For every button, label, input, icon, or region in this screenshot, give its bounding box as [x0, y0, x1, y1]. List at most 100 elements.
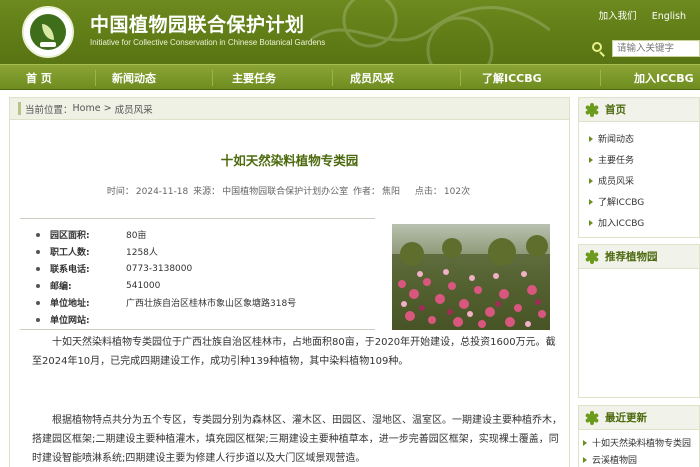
nav-divider [212, 70, 213, 86]
sidebar-item-label: 加入ICCBG [598, 219, 645, 229]
latest-item[interactable]: 十如天然染料植物专类园 [583, 434, 699, 451]
info-row: 职工人数: 1258人 [36, 244, 158, 259]
article-paragraph: 十如天然染料植物专类园位于广西壮族自治区桂林市，占地面积80亩，于2020年开始… [32, 337, 556, 367]
info-value: 广西壮族自治区桂林市象山区象塘路318号 [126, 299, 297, 309]
join-us-link[interactable]: 加入我们 [599, 11, 637, 22]
info-row: 单位地址: 广西壮族自治区桂林市象山区象塘路318号 [36, 295, 296, 310]
sidebar-home-header: 首页 [579, 98, 699, 122]
latest-item[interactable]: 云溪植物园 [583, 451, 699, 467]
info-label: 单位地址: [50, 299, 90, 309]
sidebar-item-join[interactable]: 加入ICCBG [589, 212, 699, 233]
arrow-right-icon [589, 177, 593, 184]
sidebar-home-title[interactable]: 首页 [605, 102, 626, 117]
sidebar-item-about[interactable]: 了解ICCBG [589, 191, 699, 212]
sidebar-item-label: 新闻动态 [598, 135, 635, 145]
article-title: 十如天然染料植物专类园 [220, 153, 359, 168]
search-icon[interactable] [592, 41, 606, 57]
info-row: 联系电话: 0773-3138000 [36, 261, 192, 276]
bullet-icon [36, 249, 40, 254]
arrow-right-icon [589, 156, 593, 163]
breadcrumb: 当前位置： Home > 成员风采 [10, 98, 569, 120]
article-meta: 时间： 2024-11-18 来源： 中国植物园联合保护计划办公室 作者： 焦阳 点击… [10, 184, 569, 197]
meta-source: 中国植物园联合保护计划办公室 [222, 187, 349, 197]
leaf-icon [42, 24, 54, 40]
nav-divider [95, 70, 96, 86]
meta-time-label: 时间： [106, 187, 134, 197]
flower-icon [584, 249, 600, 264]
info-value: 0773-3138000 [126, 263, 193, 274]
nav-divider [332, 70, 333, 86]
garden-info: 园区面积: 80亩 职工人数: 1258人 联系电话: 0773-3138000… [20, 218, 375, 330]
info-label: 单位网站: [50, 316, 90, 326]
meta-source-label: 来源： [193, 187, 221, 197]
meta-clicks: 102次 [443, 187, 471, 197]
sidebar-recommend-title[interactable]: 推荐植物园 [605, 249, 658, 264]
site-title: 中国植物园联合保护计划 [90, 14, 305, 36]
bullet-icon [36, 317, 40, 322]
nav-divider [460, 70, 461, 86]
logo-banner-icon [40, 42, 56, 47]
meta-author: 焦阳 [382, 187, 401, 197]
meta-clicks-label: 点击： [414, 187, 442, 197]
search-input[interactable] [612, 40, 700, 57]
arrow-right-icon [583, 456, 587, 463]
info-value: 541000 [126, 280, 161, 291]
arrow-right-icon [589, 219, 593, 226]
sidebar-home: 首页 新闻动态 主要任务 成员风采 了解ICCBG 加入ICCBG [578, 97, 700, 238]
info-row: 邮编: 541000 [36, 278, 160, 293]
info-label: 园区面积: [50, 231, 90, 241]
arrow-right-icon [589, 198, 593, 205]
sidebar-item-news[interactable]: 新闻动态 [589, 128, 699, 149]
info-row: 园区面积: 80亩 [36, 227, 146, 242]
bullet-icon [36, 300, 40, 305]
main-nav: 首 页 新闻动态 主要任务 成员风采 了解ICCBG 加入ICCBG [0, 64, 700, 90]
breadcrumb-separator: > [100, 103, 115, 114]
bullet-icon [36, 266, 40, 271]
site-subtitle: Initiative for Collective Conservation i… [90, 38, 326, 47]
sidebar-latest-title[interactable]: 最近更新 [605, 410, 647, 425]
info-value: 1258人 [126, 248, 158, 258]
breadcrumb-home[interactable]: Home [73, 103, 101, 114]
bullet-icon [36, 283, 40, 288]
garden-photo [392, 224, 550, 330]
site-logo[interactable] [22, 6, 74, 58]
nav-news[interactable]: 新闻动态 [112, 70, 156, 86]
sidebar-latest: 最近更新 十如天然染料植物专类园 云溪植物园 [578, 405, 700, 467]
arrow-right-icon [583, 439, 587, 446]
nav-join[interactable]: 加入ICCBG [634, 70, 694, 86]
nav-home[interactable]: 首 页 [26, 70, 52, 86]
nav-members[interactable]: 成员风采 [350, 70, 394, 86]
breadcrumb-current[interactable]: 成员风采 [115, 102, 153, 116]
sidebar-item-tasks[interactable]: 主要任务 [589, 149, 699, 170]
breadcrumb-prefix: 当前位置： [25, 104, 73, 116]
flower-icon [584, 410, 600, 425]
nav-tasks[interactable]: 主要任务 [232, 70, 276, 86]
info-label: 邮编: [50, 282, 72, 292]
bullet-icon [36, 232, 40, 237]
info-row: 单位网站: [36, 312, 126, 327]
sidebar-recommend-header: 推荐植物园 [579, 245, 699, 269]
latest-item-label: 十如天然染料植物专类园 [592, 439, 692, 449]
arrow-right-icon [589, 135, 593, 142]
floral-ornament-icon [310, 0, 550, 64]
nav-divider [600, 70, 601, 86]
flower-icon [584, 102, 600, 117]
english-link[interactable]: English [652, 11, 686, 22]
sidebar-item-label: 主要任务 [598, 156, 635, 166]
meta-time: 2024-11-18 [135, 187, 189, 197]
nav-about[interactable]: 了解ICCBG [482, 70, 542, 86]
top-links: 加入我们 English [587, 8, 686, 22]
meta-author-label: 作者： [353, 187, 381, 197]
sidebar-latest-header: 最近更新 [579, 406, 699, 430]
logo-emblem-icon [30, 14, 66, 50]
info-value: 80亩 [126, 231, 147, 241]
article-paragraph: 根据植物特点共分为五个专区，专类园分别为森林区、灌木区、田园区、湿地区、温室区。… [32, 415, 562, 464]
flower-field-photo-icon [392, 224, 550, 330]
sidebar-item-label: 成员风采 [598, 177, 635, 187]
site-header: 中国植物园联合保护计划 Initiative for Collective Co… [0, 0, 700, 64]
sidebar-item-members[interactable]: 成员风采 [589, 170, 699, 191]
info-label: 职工人数: [50, 248, 90, 258]
search-area [592, 40, 700, 57]
breadcrumb-marker-icon [18, 102, 21, 115]
sidebar-item-label: 了解ICCBG [598, 198, 645, 208]
